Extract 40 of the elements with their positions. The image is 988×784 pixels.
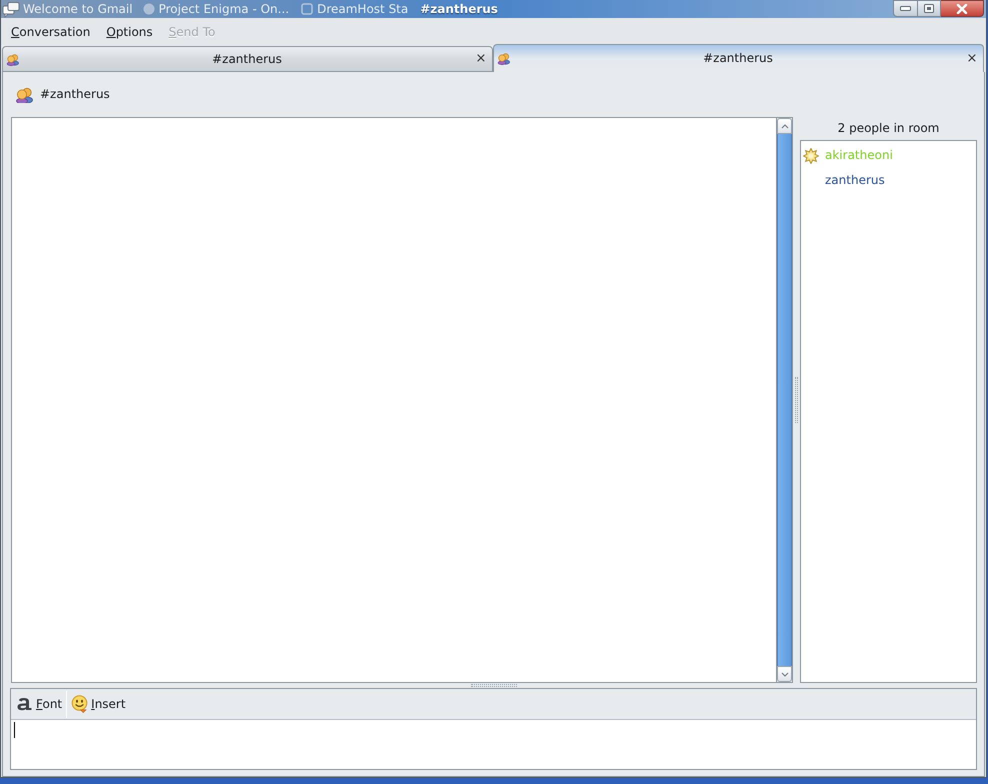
scroll-thumb[interactable] (777, 134, 792, 666)
background-window-title: DreamHost Sta (317, 2, 408, 16)
tab[interactable]: #zantherus × (2, 46, 493, 72)
page-icon (301, 3, 314, 15)
background-window-title: Project Enigma - On... (158, 2, 290, 16)
people-icon (15, 86, 33, 103)
close-button[interactable] (941, 0, 984, 17)
menu-item[interactable]: Conversation (10, 24, 92, 40)
menu-item[interactable]: Options (105, 24, 154, 40)
people-icon (6, 52, 19, 66)
toolbar-button[interactable]: Font (14, 690, 64, 718)
toolbar-button[interactable]: Insert (69, 690, 128, 718)
conversation-title: #zantherus (40, 87, 110, 102)
text-cursor (14, 722, 15, 738)
scroll-up-button[interactable] (777, 118, 792, 134)
chevron-up-icon (780, 124, 788, 128)
chevron-down-icon (780, 672, 788, 676)
scroll-down-button[interactable] (777, 666, 792, 682)
maximize-icon (924, 4, 934, 13)
minimize-button[interactable] (893, 0, 918, 17)
star-icon (803, 148, 819, 164)
minimize-icon (900, 5, 911, 12)
people-count: 2 people in room (838, 121, 940, 136)
dot-icon (142, 3, 155, 15)
close-icon (956, 4, 968, 14)
resize-handle[interactable] (795, 377, 798, 423)
font-icon (16, 697, 34, 711)
tab-close-button[interactable]: × (475, 52, 487, 66)
menu-item: Send To (168, 24, 216, 40)
message-input[interactable] (11, 720, 976, 769)
smiley-icon (71, 695, 90, 713)
person-name[interactable]: zantherus (825, 173, 885, 188)
tab-close-button[interactable]: × (966, 52, 978, 66)
window-title: #zantherus (420, 2, 498, 16)
scrollbar-track[interactable] (776, 117, 793, 683)
people-icon (497, 52, 510, 65)
maximize-button[interactable] (918, 0, 941, 17)
background-window-title: Welcome to Gmail (23, 2, 133, 16)
resize-handle[interactable] (470, 684, 516, 687)
tab[interactable]: #zantherus × (493, 44, 984, 72)
